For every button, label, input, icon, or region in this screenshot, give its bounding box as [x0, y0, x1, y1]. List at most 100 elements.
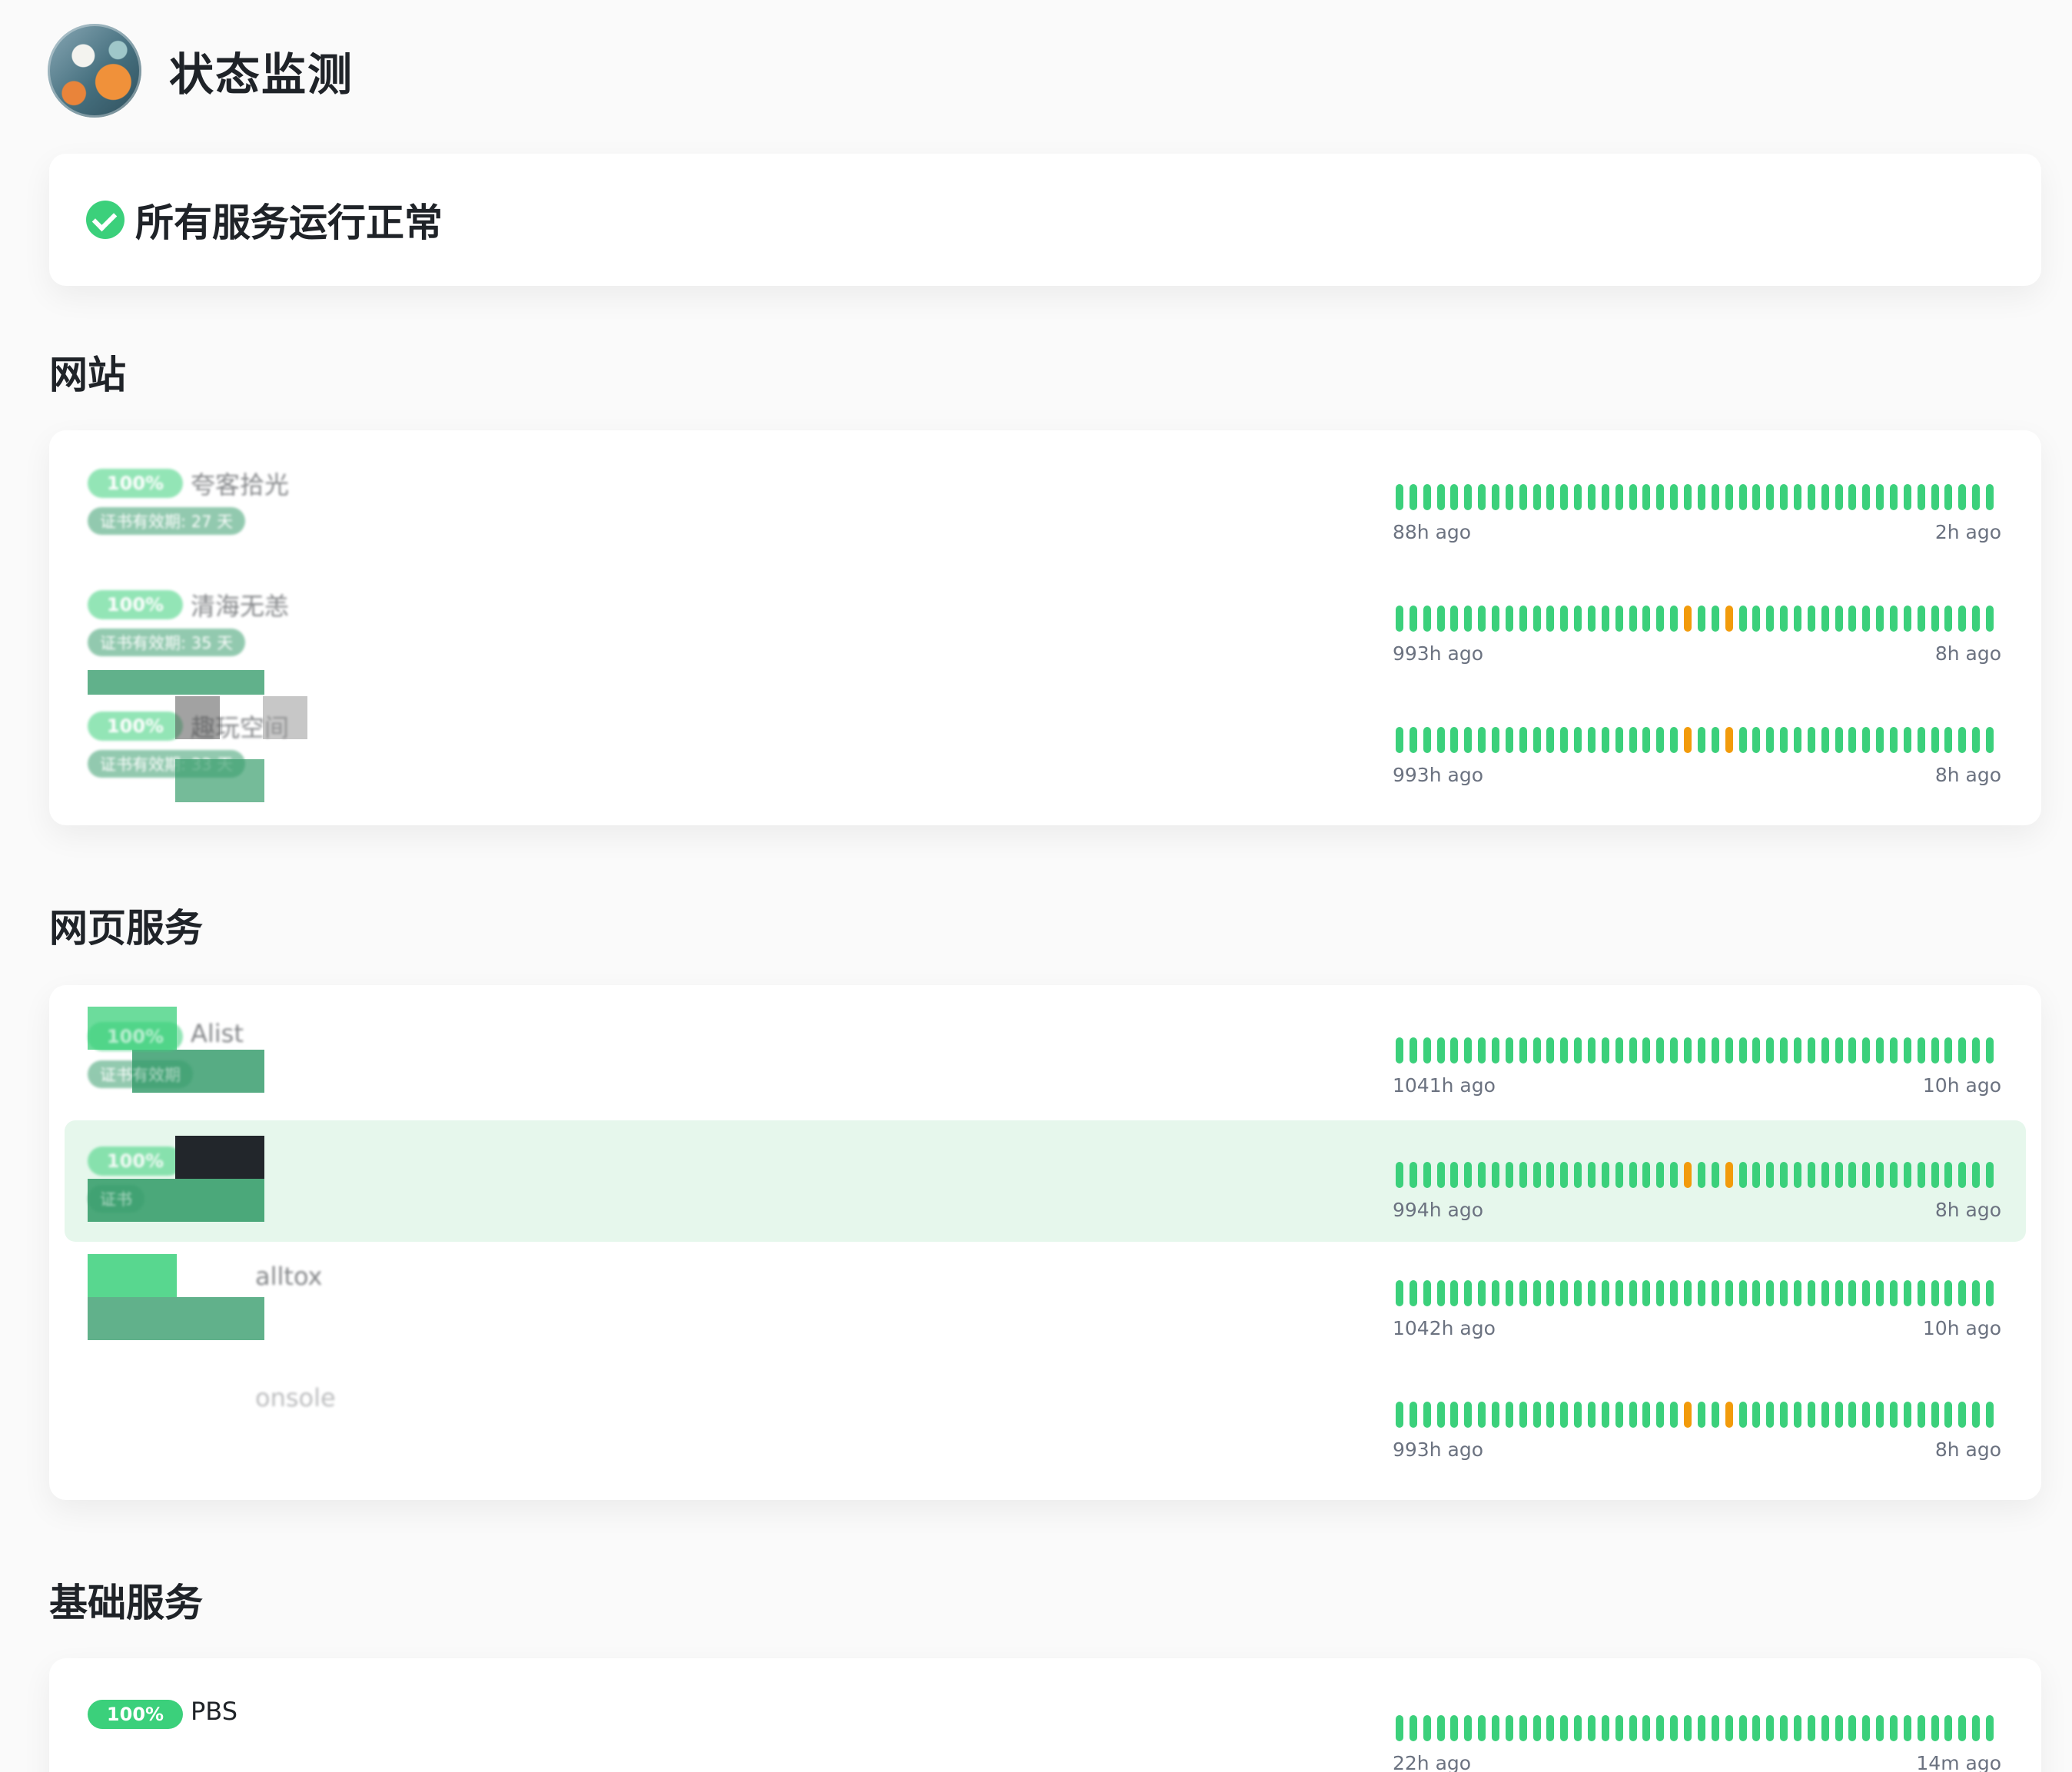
uptime-bar-ok[interactable]: [1876, 1715, 1884, 1741]
uptime-bar-ok[interactable]: [1985, 484, 1994, 510]
service-name[interactable]: 夸客拾光: [191, 466, 289, 501]
uptime-bar-ok[interactable]: [1396, 1280, 1403, 1306]
uptime-bar-ok[interactable]: [1560, 727, 1569, 753]
uptime-bar-ok[interactable]: [1396, 484, 1403, 510]
uptime-bar-ok[interactable]: [1738, 1715, 1747, 1741]
uptime-bar-ok[interactable]: [1436, 606, 1445, 632]
uptime-bar-ok[interactable]: [1642, 727, 1651, 753]
uptime-bar-warn[interactable]: [1684, 606, 1692, 632]
uptime-bar-ok[interactable]: [1752, 606, 1761, 632]
uptime-bar-ok[interactable]: [1601, 606, 1609, 632]
uptime-bar-ok[interactable]: [1972, 606, 1981, 632]
uptime-bar-ok[interactable]: [1972, 727, 1981, 753]
uptime-bar-ok[interactable]: [1684, 1037, 1692, 1064]
uptime-bar-ok[interactable]: [1793, 606, 1801, 632]
uptime-bar-ok[interactable]: [1985, 1280, 1994, 1306]
uptime-bar-ok[interactable]: [1629, 727, 1637, 753]
uptime-bar-ok[interactable]: [1752, 1715, 1761, 1741]
uptime-bar-ok[interactable]: [1546, 606, 1555, 632]
uptime-bar-ok[interactable]: [1766, 1162, 1775, 1188]
uptime-bar-ok[interactable]: [1958, 484, 1967, 510]
uptime-bar-ok[interactable]: [1519, 1402, 1527, 1428]
uptime-bar-ok[interactable]: [1725, 484, 1733, 510]
uptime-bar-ok[interactable]: [1505, 1280, 1513, 1306]
uptime-bar-ok[interactable]: [1876, 1280, 1884, 1306]
uptime-bar-ok[interactable]: [1656, 1037, 1665, 1064]
uptime-bar-ok[interactable]: [1917, 606, 1925, 632]
uptime-bar-ok[interactable]: [1629, 1280, 1637, 1306]
uptime-bar-ok[interactable]: [1862, 1715, 1871, 1741]
uptime-bar-ok[interactable]: [1738, 606, 1747, 632]
uptime-bar-ok[interactable]: [1931, 1715, 1939, 1741]
uptime-bar-ok[interactable]: [1862, 484, 1871, 510]
uptime-bar-ok[interactable]: [1478, 1715, 1486, 1741]
uptime-bar-ok[interactable]: [1725, 1715, 1733, 1741]
uptime-bar-ok[interactable]: [1766, 484, 1775, 510]
uptime-bar-ok[interactable]: [1835, 1280, 1843, 1306]
uptime-bar-ok[interactable]: [1409, 484, 1417, 510]
uptime-bar-ok[interactable]: [1546, 1280, 1555, 1306]
uptime-bar-ok[interactable]: [1793, 1715, 1801, 1741]
uptime-bar-ok[interactable]: [1958, 727, 1967, 753]
uptime-bar-ok[interactable]: [1725, 1037, 1733, 1064]
uptime-bar-ok[interactable]: [1889, 1037, 1898, 1064]
uptime-bar-ok[interactable]: [1588, 1162, 1596, 1188]
uptime-bar-ok[interactable]: [1917, 1402, 1925, 1428]
uptime-bar-ok[interactable]: [1409, 606, 1417, 632]
uptime-bar-ok[interactable]: [1656, 1162, 1665, 1188]
uptime-bar-ok[interactable]: [1409, 1280, 1417, 1306]
uptime-bar-ok[interactable]: [1876, 606, 1884, 632]
uptime-bar-ok[interactable]: [1944, 1715, 1953, 1741]
uptime-bar-ok[interactable]: [1601, 1402, 1609, 1428]
uptime-bar-ok[interactable]: [1423, 1715, 1431, 1741]
uptime-bar-ok[interactable]: [1711, 727, 1719, 753]
uptime-bar-ok[interactable]: [1766, 606, 1775, 632]
uptime-bar-ok[interactable]: [1492, 1402, 1500, 1428]
uptime-bar-ok[interactable]: [1903, 1162, 1911, 1188]
uptime-bar-ok[interactable]: [1958, 1715, 1967, 1741]
service-row[interactable]: 100% 清海无恙 证书有效期: 35 天 993h ago 8h ago: [49, 564, 2041, 695]
uptime-bar-ok[interactable]: [1656, 484, 1665, 510]
uptime-bar-ok[interactable]: [1876, 484, 1884, 510]
uptime-bar-ok[interactable]: [1560, 1037, 1569, 1064]
uptime-bar-warn[interactable]: [1725, 1402, 1733, 1428]
uptime-bar-ok[interactable]: [1738, 727, 1747, 753]
uptime-bar-ok[interactable]: [1738, 1162, 1747, 1188]
uptime-bar-ok[interactable]: [1711, 1715, 1719, 1741]
service-name[interactable]: onsole: [255, 1383, 336, 1412]
uptime-bar-ok[interactable]: [1738, 484, 1747, 510]
uptime-bar-ok[interactable]: [1642, 1402, 1651, 1428]
uptime-bar-ok[interactable]: [1615, 727, 1623, 753]
uptime-bar-ok[interactable]: [1464, 1402, 1473, 1428]
uptime-bar-ok[interactable]: [1450, 484, 1459, 510]
service-row[interactable]: onsole 993h ago 8h ago: [49, 1360, 2041, 1482]
uptime-bar-ok[interactable]: [1697, 1037, 1705, 1064]
uptime-bar-ok[interactable]: [1903, 484, 1911, 510]
uptime-bar-ok[interactable]: [1505, 1037, 1513, 1064]
uptime-bar-ok[interactable]: [1958, 1280, 1967, 1306]
uptime-bar-ok[interactable]: [1972, 484, 1981, 510]
uptime-bar-ok[interactable]: [1889, 1402, 1898, 1428]
uptime-bar-ok[interactable]: [1917, 1280, 1925, 1306]
uptime-bar-ok[interactable]: [1807, 1280, 1815, 1306]
uptime-bar-ok[interactable]: [1450, 1280, 1459, 1306]
uptime-bar-ok[interactable]: [1615, 484, 1623, 510]
uptime-bar-ok[interactable]: [1917, 727, 1925, 753]
uptime-bar-ok[interactable]: [1615, 1162, 1623, 1188]
uptime-bar-ok[interactable]: [1684, 1715, 1692, 1741]
uptime-bar-ok[interactable]: [1780, 727, 1788, 753]
uptime-bar-ok[interactable]: [1697, 1402, 1705, 1428]
uptime-bar-ok[interactable]: [1697, 727, 1705, 753]
uptime-bar-ok[interactable]: [1835, 1162, 1843, 1188]
uptime-bar-ok[interactable]: [1711, 1280, 1719, 1306]
uptime-bar-ok[interactable]: [1629, 1162, 1637, 1188]
uptime-bar-ok[interactable]: [1656, 606, 1665, 632]
uptime-bar-ok[interactable]: [1505, 606, 1513, 632]
uptime-bar-ok[interactable]: [1574, 484, 1582, 510]
uptime-bar-ok[interactable]: [1697, 606, 1705, 632]
uptime-bar-ok[interactable]: [1766, 1037, 1775, 1064]
uptime-bar-ok[interactable]: [1780, 484, 1788, 510]
uptime-bar-ok[interactable]: [1588, 1402, 1596, 1428]
uptime-bar-ok[interactable]: [1835, 1402, 1843, 1428]
uptime-bar-ok[interactable]: [1478, 1162, 1486, 1188]
